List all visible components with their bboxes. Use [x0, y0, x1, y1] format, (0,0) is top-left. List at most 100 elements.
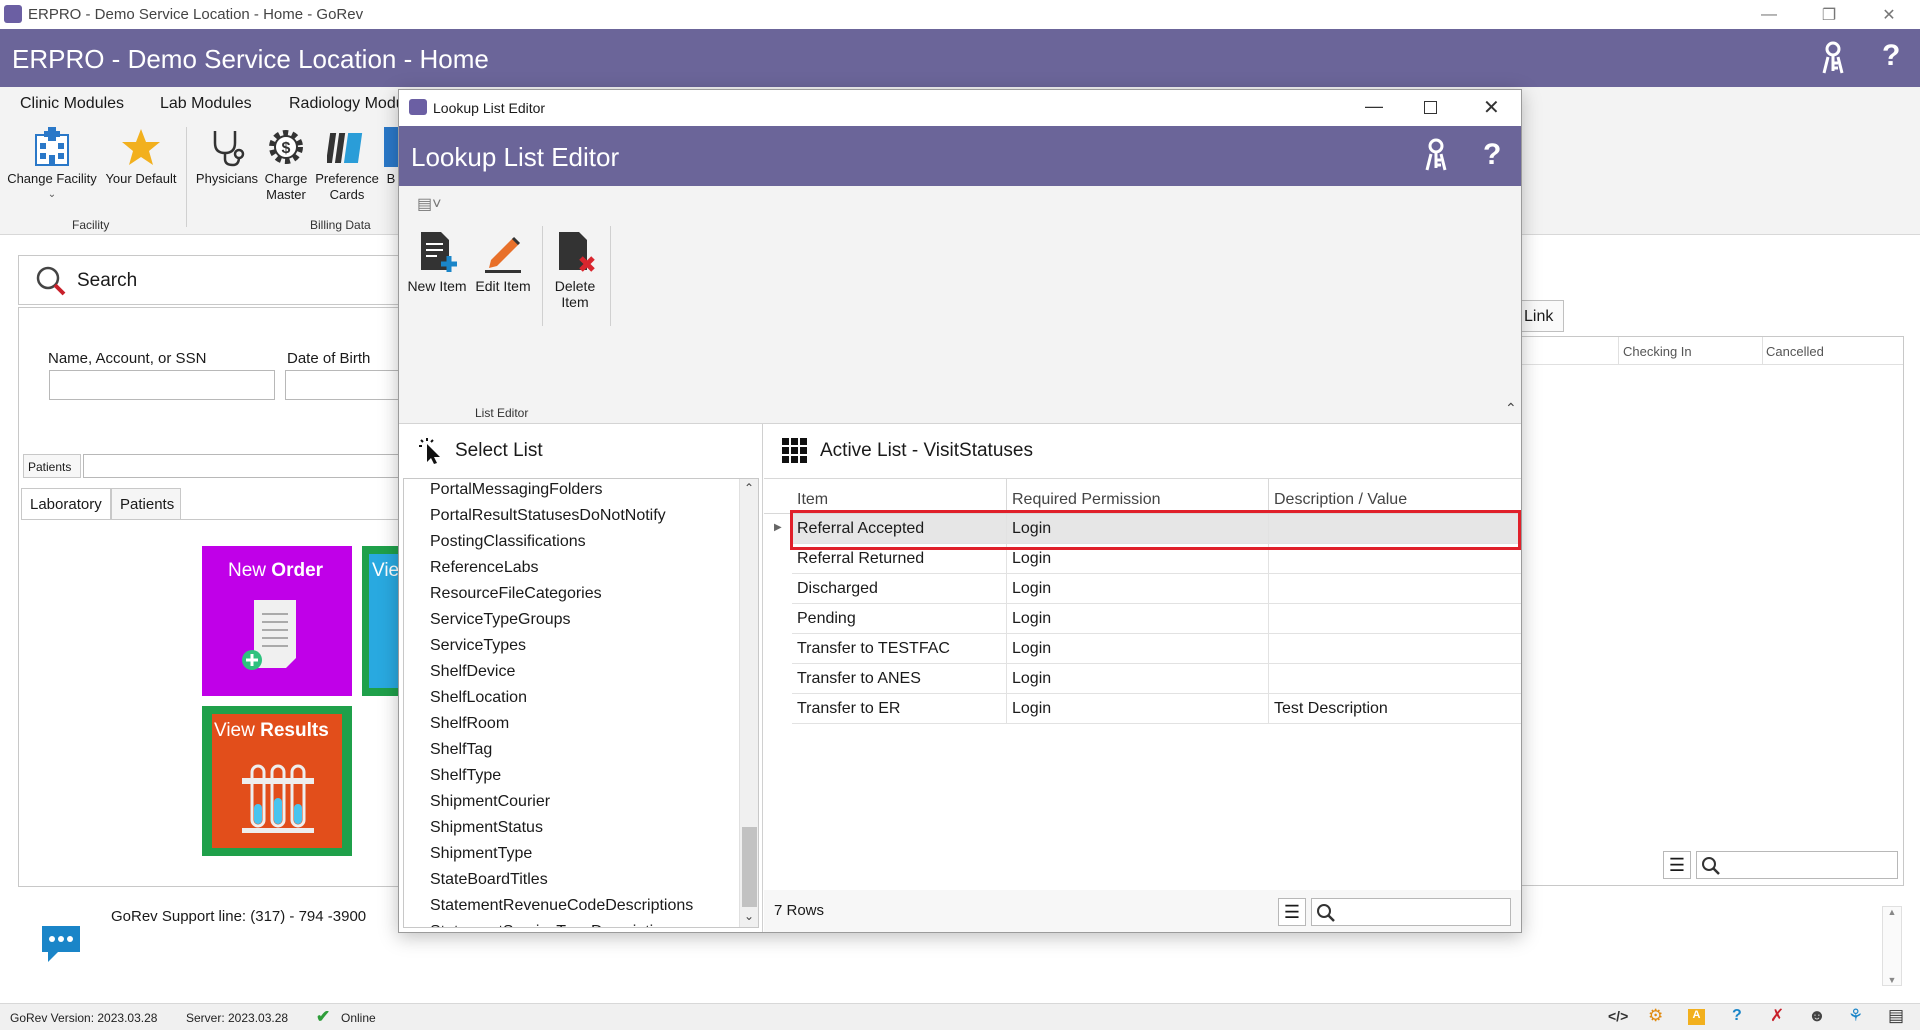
select-list-item[interactable]: ShelfTag — [430, 741, 492, 759]
user-status-icon[interactable]: ☻ — [1808, 1006, 1826, 1026]
select-list-item[interactable]: ShipmentStatus — [430, 819, 543, 837]
minimize-icon[interactable]: — — [1740, 0, 1798, 29]
view-results-tile[interactable]: View Results — [202, 706, 352, 856]
table-row[interactable]: Pending Login — [792, 604, 1521, 634]
select-list-item[interactable]: StatementRevenueCodeDescriptions — [430, 897, 693, 915]
delete-item-label: Delete Item — [554, 278, 596, 310]
scroll-up-icon[interactable]: ▲ — [1883, 907, 1901, 917]
select-list-item[interactable]: PostingClassifications — [430, 533, 586, 551]
select-list-item[interactable]: ResourceFileCategories — [430, 585, 602, 603]
restore-icon[interactable]: ❐ — [1800, 0, 1858, 29]
grid-icon — [782, 438, 807, 463]
cell-item: Transfer to TESTFAC — [797, 640, 950, 657]
select-list-item[interactable]: ShelfDevice — [430, 663, 515, 681]
tab-patients[interactable]: Patients — [111, 488, 181, 520]
dialog-maximize-icon[interactable] — [1424, 101, 1437, 114]
grid-options-menu-icon[interactable]: ☰ — [1278, 898, 1306, 926]
select-list-item[interactable]: PortalMessagingFolders — [430, 481, 603, 499]
your-default-button[interactable]: Your Default — [102, 127, 180, 187]
column-divider — [1268, 664, 1269, 694]
user-key-icon[interactable] — [1818, 41, 1848, 80]
edit-item-button[interactable]: Edit Item — [473, 230, 533, 294]
no-sync-icon[interactable]: ✗ — [1770, 1006, 1784, 1026]
table-row[interactable]: Discharged Login — [792, 574, 1521, 604]
link-button[interactable]: Link — [1522, 300, 1564, 332]
server-text: Server: 2023.03.28 — [186, 1011, 289, 1025]
alert-icon[interactable]: A — [1688, 1009, 1705, 1025]
change-facility-button[interactable]: Change Facility ⌄ — [6, 127, 98, 203]
dialog-window-title: Lookup List Editor — [433, 100, 546, 116]
support-chat-box[interactable] — [18, 906, 104, 986]
table-row[interactable]: Transfer to TESTFAC Login — [792, 634, 1521, 664]
select-list-item[interactable]: ReferenceLabs — [430, 559, 539, 577]
scroll-down-icon[interactable]: ⌄ — [744, 909, 754, 923]
select-list-item[interactable]: ShelfType — [430, 767, 501, 785]
charge-master-button[interactable]: $ Charge Master — [260, 127, 312, 203]
version-text: GoRev Version: 2023.03.28 — [10, 1011, 158, 1025]
quick-access-menu-icon[interactable]: ▤˅ — [417, 194, 441, 214]
grid-header-row: Item Required Permission Description / V… — [764, 478, 1521, 514]
column-divider — [1006, 574, 1007, 604]
partial-ribbon-button[interactable]: B — [384, 127, 398, 187]
patients-filter-input[interactable] — [83, 454, 399, 478]
table-row[interactable]: Transfer to ER Login Test Description — [792, 694, 1521, 724]
preference-cards-button[interactable]: Preference Cards — [314, 127, 380, 203]
new-item-button[interactable]: New Item — [405, 230, 469, 294]
dialog-help-icon[interactable]: ? — [1483, 138, 1501, 172]
row-count: 7 Rows — [774, 902, 825, 919]
scroll-thumb[interactable] — [742, 827, 757, 907]
select-list-item[interactable]: ShelfRoom — [430, 715, 509, 733]
help-status-icon[interactable]: ? — [1732, 1007, 1742, 1025]
select-list-item[interactable]: ShipmentCourier — [430, 793, 550, 811]
select-list-item[interactable]: ServiceTypes — [430, 637, 526, 655]
collapse-ribbon-icon[interactable]: ⌃ — [1505, 400, 1517, 417]
network-icon[interactable]: ⚘ — [1848, 1006, 1863, 1026]
grid-menu-icon[interactable]: ☰ — [1663, 851, 1691, 879]
select-list-item[interactable]: ServiceTypeGroups — [430, 611, 571, 629]
close-icon[interactable]: ✕ — [1860, 0, 1918, 29]
patients-small-tab[interactable]: Patients — [23, 454, 81, 478]
scroll-up-icon[interactable]: ⌃ — [744, 481, 754, 495]
right-grid-search-input[interactable] — [1696, 851, 1898, 879]
search-icon — [1317, 904, 1335, 922]
scroll-down-icon[interactable]: ▼ — [1883, 975, 1901, 985]
dialog-header: Lookup List Editor ? — [399, 126, 1521, 186]
dialog-user-key-icon[interactable] — [1421, 138, 1451, 177]
help-icon[interactable]: ? — [1882, 39, 1900, 73]
physicians-button[interactable]: Physicians — [194, 127, 260, 187]
tab-clinic-modules[interactable]: Clinic Modules — [20, 95, 124, 113]
dialog-close-icon[interactable]: ✕ — [1483, 95, 1500, 120]
new-order-tile[interactable]: New Order — [202, 546, 352, 696]
toolbar-divider — [542, 226, 543, 326]
select-list-item[interactable]: StateBoardTitles — [430, 871, 548, 889]
code-icon[interactable]: </> — [1608, 1008, 1628, 1024]
chat-bubble-icon — [42, 926, 80, 962]
new-item-label: New Item — [407, 278, 467, 294]
report-icon[interactable]: ▤ — [1888, 1006, 1904, 1026]
select-list-item[interactable]: ShipmentType — [430, 845, 532, 863]
tab-radiology-modules[interactable]: Radiology Modu — [289, 95, 405, 113]
delete-item-button[interactable]: Delete Item — [545, 230, 605, 310]
name-account-ssn-input[interactable] — [49, 370, 275, 400]
dialog-minimize-icon[interactable]: — — [1365, 96, 1383, 117]
gears-icon[interactable]: ⚙ — [1648, 1006, 1663, 1026]
active-list-search-input[interactable] — [1311, 898, 1511, 926]
dialog-title-bar: Lookup List Editor — ✕ — [399, 90, 1521, 126]
view-orders-tile[interactable]: Vie — [362, 546, 399, 696]
date-of-birth-input[interactable] — [285, 370, 399, 400]
tab-laboratory[interactable]: Laboratory — [21, 488, 111, 520]
table-row[interactable]: Transfer to ANES Login — [792, 664, 1521, 694]
side-scrollbar[interactable]: ▲ ▼ — [1882, 906, 1902, 986]
right-grid-header — [1522, 337, 1903, 365]
tab-lab-modules[interactable]: Lab Modules — [160, 95, 252, 113]
column-divider — [1268, 574, 1269, 604]
select-list-item[interactable]: StatementServiceTypeDescriptions — [430, 923, 679, 927]
select-list-item[interactable]: ShelfLocation — [430, 689, 527, 707]
select-list-item[interactable]: PortalResultStatusesDoNotNotify — [430, 507, 666, 525]
column-description-value[interactable]: Description / Value — [1274, 491, 1407, 509]
list-editor-group-label: List Editor — [475, 406, 529, 420]
select-list-scrollbar[interactable]: ⌃ ⌄ — [739, 479, 758, 927]
column-required-permission[interactable]: Required Permission — [1012, 491, 1161, 509]
column-item[interactable]: Item — [797, 491, 828, 509]
patient-search-panel: Name, Account, or SSN Date of Birth Pati… — [18, 307, 399, 887]
